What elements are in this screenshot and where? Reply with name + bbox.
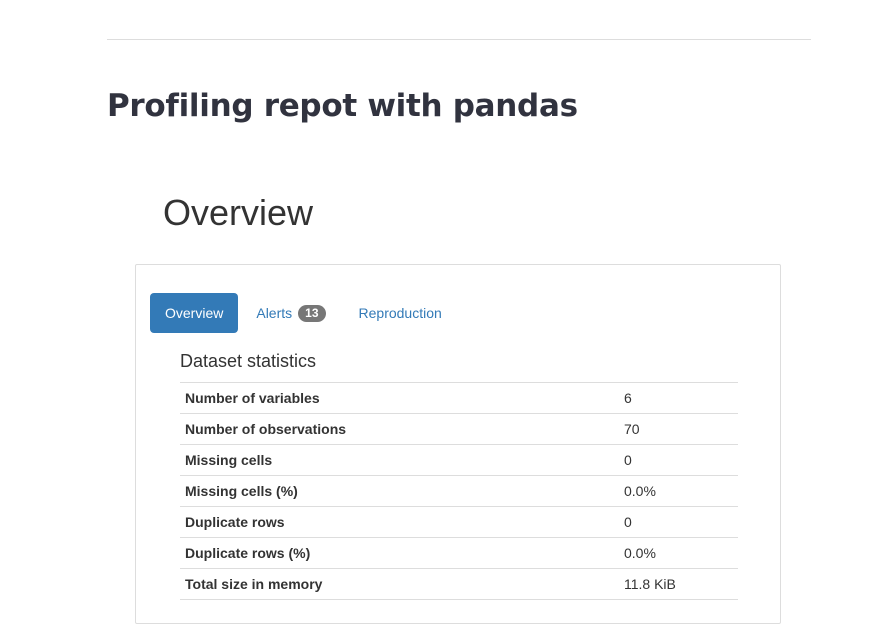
stat-value: 6 [624, 390, 632, 406]
dataset-statistics-title: Dataset statistics [180, 351, 317, 371]
overview-panel: Overview Alerts 13 Reproduction Dataset … [135, 264, 781, 624]
stat-label: Number of variables [185, 390, 320, 406]
page-title: Profiling repot with pandas [107, 88, 578, 124]
tab-alerts-label: Alerts [256, 305, 293, 321]
stat-value: 0.0% [624, 483, 656, 499]
tab-reproduction-label: Reproduction [358, 305, 442, 321]
table-row: Duplicate rows (%) 0.0% [180, 537, 738, 569]
table-row: Number of variables 6 [180, 382, 738, 414]
alerts-count-badge: 13 [298, 304, 326, 322]
stat-label: Duplicate rows [185, 514, 285, 530]
stat-value: 70 [624, 421, 640, 437]
overview-heading: Overview [163, 192, 314, 233]
stat-label: Missing cells (%) [185, 483, 298, 499]
table-row: Missing cells 0 [180, 444, 738, 476]
table-row: Total size in memory 11.8 KiB [180, 568, 738, 600]
tab-overview-label: Overview [165, 305, 224, 321]
stat-value: 0 [624, 452, 632, 468]
tab-reproduction[interactable]: Reproduction [344, 293, 457, 333]
stat-value: 0 [624, 514, 632, 530]
tab-alerts[interactable]: Alerts 13 [241, 293, 340, 333]
stat-value: 11.8 KiB [624, 576, 676, 592]
stat-label: Duplicate rows (%) [185, 545, 311, 561]
table-row: Duplicate rows 0 [180, 506, 738, 538]
stat-value: 0.0% [624, 545, 656, 561]
dataset-statistics-table: Number of variables 6 Number of observat… [180, 382, 738, 600]
stat-label: Total size in memory [185, 576, 323, 592]
stat-label: Missing cells [185, 452, 273, 468]
table-row: Number of observations 70 [180, 413, 738, 445]
top-divider [107, 39, 811, 40]
tab-bar: Overview Alerts 13 Reproduction [150, 293, 457, 333]
tab-overview[interactable]: Overview [150, 293, 239, 333]
stat-label: Number of observations [185, 421, 347, 437]
table-row: Missing cells (%) 0.0% [180, 475, 738, 507]
